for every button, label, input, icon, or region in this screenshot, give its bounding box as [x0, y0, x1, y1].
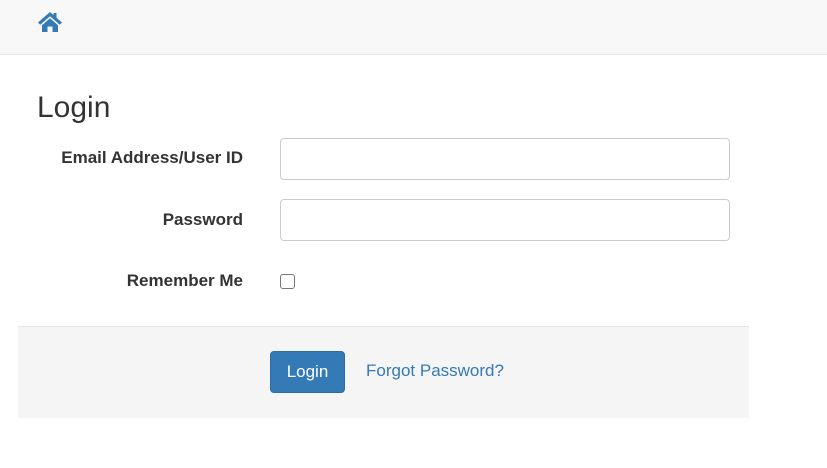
login-button[interactable]: Login: [270, 351, 345, 393]
remember-me-checkbox[interactable]: [280, 274, 295, 289]
home-icon: [37, 11, 63, 33]
home-link[interactable]: [37, 11, 63, 33]
page-title: Login: [37, 91, 111, 124]
email-label: Email Address/User ID: [61, 148, 243, 167]
password-label: Password: [162, 210, 243, 229]
password-field[interactable]: [280, 199, 730, 241]
forgot-password-link[interactable]: Forgot Password?: [366, 361, 504, 381]
top-navbar: [0, 0, 827, 55]
email-field[interactable]: [280, 138, 730, 180]
remember-me-label: Remember Me: [126, 271, 243, 290]
